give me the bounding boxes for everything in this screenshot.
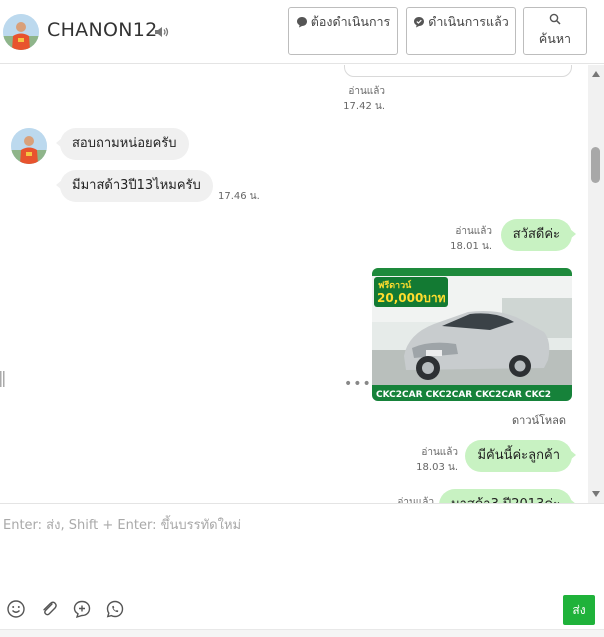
image-banner-text: CKC2CAR CKC2CAR CKC2CAR CKC2 <box>376 390 551 400</box>
read-status: อ่านแล้ว 18.03 น. <box>398 445 458 475</box>
scroll-up-arrow-icon[interactable] <box>592 71 600 77</box>
more-options-icon[interactable]: ••• <box>344 376 372 392</box>
image-promo-text: ฟรีดาวน์ <box>378 279 412 291</box>
chat-scrollbar[interactable] <box>588 65 604 503</box>
read-label: อ่านแล้ว <box>348 86 385 97</box>
car-image-message[interactable]: ฟรีดาวน์ 20,000บาท CKC2CAR CKC2CAR CKC2C… <box>372 268 572 401</box>
read-label: อ่านแล้ว <box>397 497 434 503</box>
read-status: อ่านแล้ว 18.01 น. <box>432 224 492 254</box>
speaker-icon[interactable] <box>154 24 170 38</box>
outgoing-message[interactable]: มีคันนี้ค่ะลูกค้า <box>465 440 576 472</box>
send-button[interactable]: ส่ง <box>563 595 595 625</box>
todo-button-label: ต้องดำเนินการ <box>310 14 391 29</box>
add-comment-icon[interactable] <box>72 599 92 619</box>
whatsapp-icon[interactable] <box>105 599 125 619</box>
message-composer: ส่ง <box>0 503 604 637</box>
sender-avatar[interactable] <box>11 128 47 164</box>
chat-header: CHANON12 ต้องดำเนินการ ดำเนินการแล้ว ค้น… <box>0 0 604 64</box>
search-button-label: ค้นหา <box>538 31 572 46</box>
done-button-label: ดำเนินการแล้ว <box>428 14 509 29</box>
message-time: 18.01 น. <box>450 241 492 252</box>
image-price-text: 20,000บาท <box>377 291 446 305</box>
contact-avatar[interactable] <box>3 14 39 50</box>
incoming-message[interactable]: มีมาสด้า3ปี13ไหมครับ <box>56 170 213 202</box>
download-link[interactable]: ดาวน์โหลด <box>512 411 566 429</box>
read-label: อ่านแล้ว <box>421 447 458 458</box>
resize-handle[interactable] <box>0 371 6 387</box>
contact-name[interactable]: CHANON12 <box>47 19 158 41</box>
todo-button[interactable]: ต้องดำเนินการ <box>288 7 398 55</box>
message-list[interactable]: อ่านแล้ว 17.42 น. สอบถามหน่อยครับ มีมาสด… <box>0 65 588 503</box>
read-status: อ่านแล้ว <box>378 495 434 503</box>
incoming-message[interactable]: สอบถามหน่อยครับ <box>56 128 189 160</box>
emoji-icon[interactable] <box>6 599 26 619</box>
outgoing-message[interactable]: สวัสดีค่ะ <box>500 219 577 251</box>
prev-read-status: อ่านแล้ว 17.42 น. <box>330 84 385 114</box>
read-label: อ่านแล้ว <box>455 226 492 237</box>
speech-bubble-icon <box>296 13 308 34</box>
attachment-icon[interactable] <box>39 599 59 619</box>
previous-message-card <box>344 65 572 77</box>
scroll-thumb[interactable] <box>591 147 600 183</box>
outgoing-message[interactable]: มาสด้า3 ปี2013ค่ะ <box>439 489 576 503</box>
search-button[interactable]: ค้นหา <box>523 7 587 55</box>
message-time: 17.42 น. <box>343 101 385 112</box>
done-button[interactable]: ดำเนินการแล้ว <box>406 7 516 55</box>
check-bubble-icon <box>413 13 425 34</box>
message-input[interactable] <box>0 504 604 584</box>
scroll-down-arrow-icon[interactable] <box>592 491 600 497</box>
bottom-border <box>0 629 604 637</box>
message-time: 17.46 น. <box>218 191 260 202</box>
search-icon <box>524 11 586 29</box>
message-time: 18.03 น. <box>416 462 458 473</box>
